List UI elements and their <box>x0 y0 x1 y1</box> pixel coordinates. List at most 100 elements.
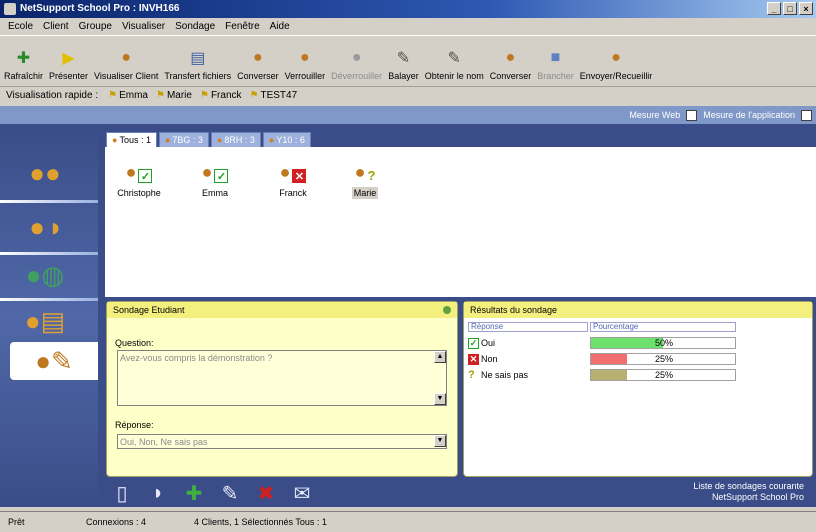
app-measure-label: Mesure de l'application <box>703 110 795 120</box>
new-document-icon[interactable]: ▯ <box>110 481 134 505</box>
view-client-button[interactable]: ● Visualiser Client <box>94 47 158 85</box>
result-row: ✓ Oui 50% <box>468 336 808 350</box>
edit-poll-icon[interactable]: ✎ <box>218 481 242 505</box>
scan-button[interactable]: ✎ Balayer <box>388 47 419 85</box>
menu-client[interactable]: Client <box>43 21 69 32</box>
maximize-button[interactable]: □ <box>783 2 797 15</box>
percent-bar: 50% <box>590 337 736 349</box>
lock-icon: ● <box>300 49 310 66</box>
response-field[interactable]: Oui, Non, Ne sais pas ▼ <box>117 434 447 449</box>
close-button[interactable]: × <box>799 2 813 15</box>
present-icon: ▶ <box>62 50 75 67</box>
client-item[interactable]: ●? Marie <box>335 157 395 199</box>
nav-web[interactable]: ●◍ <box>14 256 76 294</box>
send-collect-icon: ● <box>611 49 621 66</box>
lock-button[interactable]: ● Verrouiller <box>285 47 326 85</box>
tab-7bg[interactable]: ● 7BG : 3 <box>158 132 209 148</box>
menu-groupe[interactable]: Groupe <box>79 21 112 32</box>
person-icon: ⚑ <box>199 90 209 101</box>
web-measure-label: Mesure Web <box>629 110 681 120</box>
measure-bar: Mesure Web Mesure de l'application <box>0 106 816 124</box>
menu-visualiser[interactable]: Visualiser <box>122 21 165 32</box>
question-icon: ? <box>367 168 376 183</box>
tab-8rh[interactable]: ● 8RH : 3 <box>210 132 261 148</box>
results-title: Résultats du sondage <box>470 305 558 315</box>
left-nav: ●● ●◑ ●◍ ●▤ ●✎ <box>0 124 98 507</box>
status-ready: Prêt <box>8 517 25 527</box>
send-poll-icon[interactable]: ✉ <box>290 481 314 505</box>
menu-ecole[interactable]: Ecole <box>8 21 33 32</box>
student-poll-panel: Sondage Etudiant Question: Avez-vous com… <box>106 301 458 477</box>
scroll-down-button[interactable]: ▼ <box>434 393 446 405</box>
delete-poll-icon[interactable]: ✖ <box>254 481 278 505</box>
menu-bar: Ecole Client Groupe Visualiser Sondage F… <box>0 18 816 35</box>
title-bar: NetSupport School Pro : INVH166 _ □ × <box>0 0 816 18</box>
chat-icon: ● <box>505 49 516 66</box>
tab-all[interactable]: ● Tous : 1 <box>106 132 157 148</box>
cross-icon: ✕ <box>292 169 307 183</box>
menu-sondage[interactable]: Sondage <box>175 21 215 32</box>
client-item[interactable]: ● ✕ Franck <box>263 157 323 199</box>
menu-fenetre[interactable]: Fenêtre <box>225 21 259 32</box>
brand-text: Liste de sondages courante NetSupport Sc… <box>693 481 804 502</box>
file-transfer-button[interactable]: ▤ Transfert fichiers <box>164 47 231 85</box>
open-folder-icon[interactable]: ◗ <box>146 481 170 505</box>
student-icon: ● <box>354 162 366 182</box>
result-row: ? Ne sais pas 25% <box>468 368 808 382</box>
person-icon: ⚑ <box>155 90 165 101</box>
quick-view-item[interactable]: ⚑ Marie <box>156 90 192 101</box>
toolbar: ✚ Rafraîchir ▶ Présenter ● Visualiser Clien… <box>0 35 816 85</box>
response-label: Réponse: <box>115 420 154 430</box>
view-client-icon: ● <box>121 49 132 66</box>
chat-person-icon: ●◑ <box>29 211 61 242</box>
scan-icon: ✎ <box>396 50 411 67</box>
poll-toolbar: ▯ ◗ ✚ ✎ ✖ ✉ <box>110 481 314 505</box>
nav-clients[interactable]: ●● <box>14 154 76 192</box>
tab-y10[interactable]: ● Y10 : 6 <box>262 132 311 148</box>
quick-view-item[interactable]: ⚑ TEST47 <box>250 90 298 101</box>
check-icon: ✓ <box>138 169 153 183</box>
file-transfer-icon: ▤ <box>190 50 206 67</box>
result-row: ✕ Non 25% <box>468 352 808 366</box>
status-connections: Connexions : 4 <box>86 517 147 527</box>
status-dot-icon <box>443 306 451 314</box>
scroll-up-button[interactable]: ▲ <box>434 351 446 363</box>
client-item[interactable]: ● ✓ Christophe <box>109 157 169 199</box>
chat-button-2[interactable]: ● Converser <box>490 47 532 85</box>
window-title: NetSupport School Pro : INVH166 <box>20 3 180 14</box>
quick-view-label: Visualisation rapide : <box>6 90 99 101</box>
quick-view-item[interactable]: ⚑ Emma <box>108 90 148 101</box>
cross-icon: ✕ <box>468 353 479 365</box>
app-measure-checkbox[interactable] <box>801 109 812 121</box>
add-poll-icon[interactable]: ✚ <box>182 481 206 505</box>
present-button[interactable]: ▶ Présenter <box>49 47 88 85</box>
refresh-button[interactable]: ✚ Rafraîchir <box>4 47 43 85</box>
question-field[interactable]: Avez-vous compris la démonstration ? ▲ ▼ <box>117 350 447 406</box>
send-collect-button[interactable]: ● Envoyer/Recueillir <box>580 47 653 85</box>
nav-apps[interactable]: ●▤ <box>14 302 76 340</box>
question-icon: ? <box>468 369 475 381</box>
percent-bar: 25% <box>590 369 736 381</box>
group-icon: ● <box>164 135 171 145</box>
status-summary: 4 Clients, 1 Sélectionnés Tous : 1 <box>194 517 327 527</box>
menu-aide[interactable]: Aide <box>270 21 290 32</box>
question-label: Question: <box>115 338 154 348</box>
connect-button[interactable]: ■ Brancher <box>537 47 574 85</box>
unlock-button[interactable]: ● Déverrouiller <box>331 47 382 85</box>
minimize-button[interactable]: _ <box>767 2 781 15</box>
nav-survey[interactable]: ●✎ <box>10 342 98 380</box>
status-bar: Prêt Connexions : 4 4 Clients, 1 Sélecti… <box>0 511 816 532</box>
poll-results-panel: Résultats du sondage Réponse Pourcentage… <box>463 301 813 477</box>
percent-bar: 25% <box>590 353 736 365</box>
nav-chat[interactable]: ●◑ <box>14 208 76 246</box>
person-icon: ⚑ <box>249 90 259 101</box>
chat-button[interactable]: ● Converser <box>237 47 279 85</box>
get-name-button[interactable]: ✎ Obtenir le nom <box>425 47 484 85</box>
poll-title: Sondage Etudiant <box>113 305 185 315</box>
app-person-icon: ●▤ <box>24 305 66 336</box>
response-dropdown-button[interactable]: ▼ <box>434 435 446 447</box>
web-measure-checkbox[interactable] <box>686 109 698 121</box>
client-item[interactable]: ● ✓ Emma <box>185 157 245 199</box>
connect-icon: ■ <box>550 49 561 66</box>
quick-view-item[interactable]: ⚑ Franck <box>200 90 242 101</box>
